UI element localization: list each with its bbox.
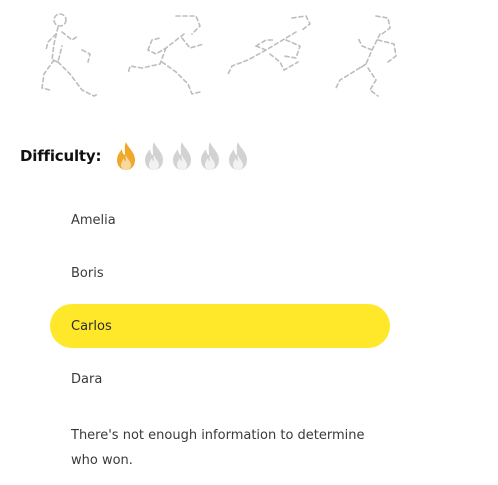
answer-option[interactable]: Carlos bbox=[50, 304, 390, 348]
difficulty-label: Difficulty: bbox=[20, 147, 102, 165]
answer-option-label: Dara bbox=[71, 371, 103, 387]
runner-1-icon bbox=[38, 10, 118, 102]
answer-option-label: Amelia bbox=[71, 212, 116, 228]
flame-inactive-icon bbox=[229, 142, 248, 170]
answer-option[interactable]: Boris bbox=[50, 251, 390, 295]
answer-option[interactable]: There's not enough information to determ… bbox=[50, 410, 390, 473]
flame-inactive-icon bbox=[145, 142, 164, 170]
answer-option[interactable]: Dara bbox=[50, 357, 390, 401]
difficulty-rating: Difficulty: bbox=[20, 138, 251, 174]
answer-option-label: Boris bbox=[71, 265, 104, 281]
flame-active-icon bbox=[117, 142, 136, 170]
runner-2-icon bbox=[126, 10, 206, 102]
flame-inactive-icon bbox=[173, 142, 192, 170]
flame-inactive-icon bbox=[201, 142, 220, 170]
runner-3-icon bbox=[226, 10, 311, 102]
difficulty-flames bbox=[113, 141, 251, 171]
answer-option-label: There's not enough information to determ… bbox=[71, 428, 365, 468]
answer-options: Amelia Boris Carlos Dara There's not enough … bbox=[50, 198, 390, 482]
answer-option[interactable]: Amelia bbox=[50, 198, 390, 242]
runners-illustration bbox=[0, 0, 498, 110]
runner-4-icon bbox=[332, 10, 412, 102]
answer-option-label: Carlos bbox=[71, 318, 112, 334]
